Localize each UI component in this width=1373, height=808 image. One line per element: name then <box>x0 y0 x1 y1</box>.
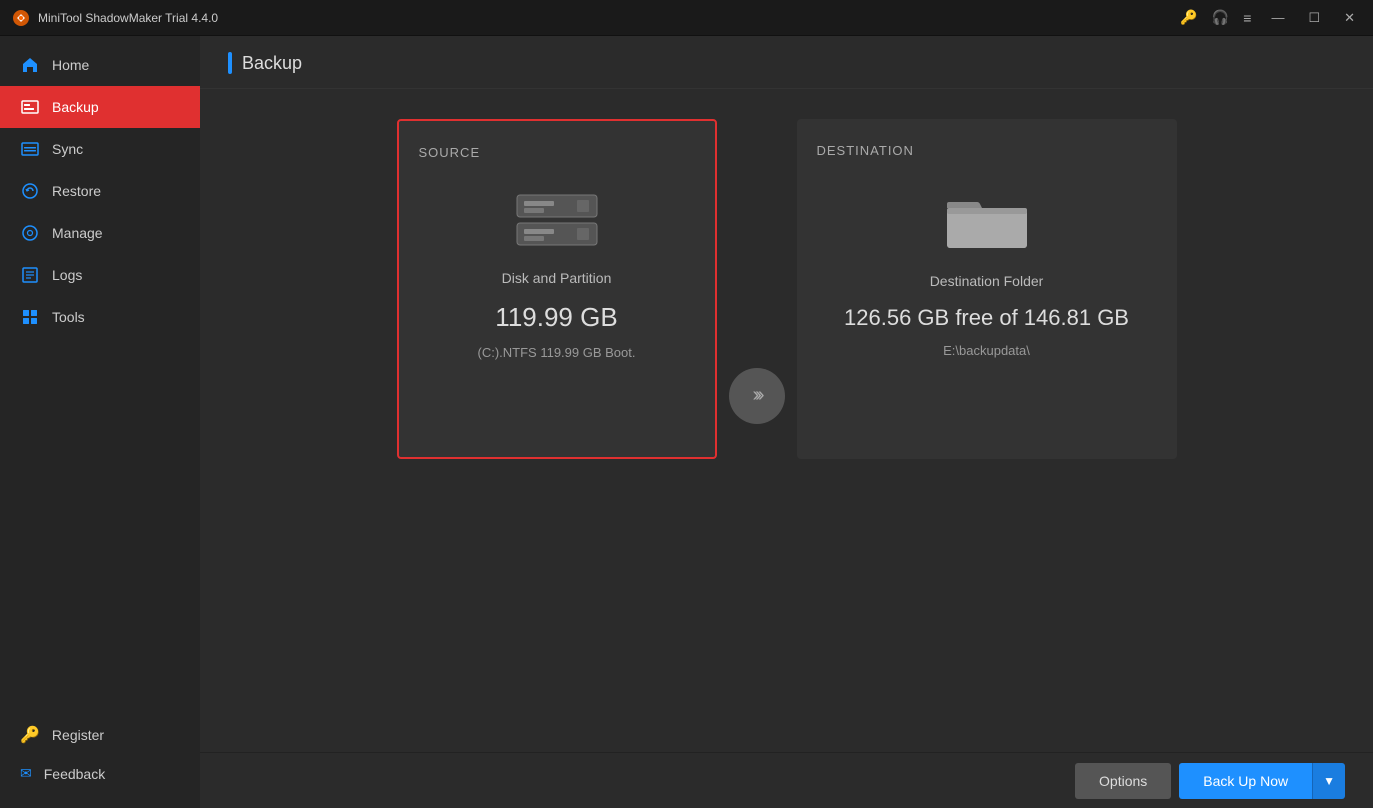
folder-icon-wrapper <box>942 188 1032 253</box>
feedback-icon: ✉ <box>20 765 32 782</box>
home-icon <box>20 55 40 75</box>
sidebar-item-sync[interactable]: Sync <box>0 128 200 170</box>
source-label: SOURCE <box>419 145 481 160</box>
sidebar-item-logs[interactable]: Logs <box>0 254 200 296</box>
minimize-button[interactable]: — <box>1265 8 1290 27</box>
options-button[interactable]: Options <box>1075 763 1171 799</box>
window-controls: — ☐ ✕ <box>1265 8 1361 28</box>
disk-partition-icon <box>512 190 602 250</box>
sidebar-item-home[interactable]: Home <box>0 44 200 86</box>
tools-icon <box>20 307 40 327</box>
sidebar-item-manage[interactable]: Manage <box>0 212 200 254</box>
folder-icon <box>942 188 1032 253</box>
disk-icon-wrapper <box>512 190 602 250</box>
manage-icon <box>20 223 40 243</box>
sidebar-item-sync-label: Sync <box>52 141 83 157</box>
destination-free: 126.56 GB free of 146.81 GB <box>844 305 1129 331</box>
page-header: Backup <box>200 36 1373 89</box>
logs-icon <box>20 265 40 285</box>
close-button[interactable]: ✕ <box>1338 8 1361 28</box>
page-title: Backup <box>242 53 302 74</box>
sidebar-item-tools-label: Tools <box>52 309 85 325</box>
source-type: Disk and Partition <box>502 270 612 286</box>
sidebar-register[interactable]: 🔑 Register <box>0 715 200 755</box>
content-area: Backup SOURCE <box>200 36 1373 808</box>
sidebar-item-manage-label: Manage <box>52 225 103 241</box>
feedback-label: Feedback <box>44 766 105 782</box>
sidebar-footer: 🔑 Register ✉ Feedback <box>0 715 200 808</box>
app-title: MiniTool ShadowMaker Trial 4.4.0 <box>38 11 1180 25</box>
sidebar-item-home-label: Home <box>52 57 89 73</box>
backup-now-dropdown-button[interactable]: ▼ <box>1312 763 1345 799</box>
arrow-icon: ››› <box>729 368 785 424</box>
sidebar-item-tools[interactable]: Tools <box>0 296 200 338</box>
sidebar-feedback[interactable]: ✉ Feedback <box>0 755 200 792</box>
app-logo-icon <box>12 9 30 27</box>
backup-content: SOURCE Disk and Part <box>200 89 1373 752</box>
sidebar-item-restore[interactable]: Restore <box>0 170 200 212</box>
menu-icon[interactable]: ≡ <box>1243 10 1251 26</box>
source-card[interactable]: SOURCE Disk and Part <box>397 119 717 459</box>
arrow-container: ››› <box>717 368 797 424</box>
sidebar-item-logs-label: Logs <box>52 267 82 283</box>
maximize-button[interactable]: ☐ <box>1302 8 1326 28</box>
sidebar-item-backup-label: Backup <box>52 99 99 115</box>
register-label: Register <box>52 727 104 743</box>
sidebar-item-restore-label: Restore <box>52 183 101 199</box>
key-icon[interactable]: 🔑 <box>1180 9 1197 26</box>
source-size: 119.99 GB <box>495 302 617 333</box>
source-desc: (C:).NTFS 119.99 GB Boot. <box>478 345 636 360</box>
destination-path: E:\backupdata\ <box>943 343 1030 358</box>
main-layout: Home Backup <box>0 36 1373 808</box>
sidebar-item-backup[interactable]: Backup <box>0 86 200 128</box>
destination-label: DESTINATION <box>817 143 914 158</box>
title-bar-icons: 🔑 🎧 ≡ <box>1180 9 1251 26</box>
backup-now-button[interactable]: Back Up Now <box>1179 763 1312 799</box>
restore-icon <box>20 181 40 201</box>
page-header-bar <box>228 52 232 74</box>
sidebar-nav: Home Backup <box>0 36 200 715</box>
sidebar: Home Backup <box>0 36 200 808</box>
title-bar: MiniTool ShadowMaker Trial 4.4.0 🔑 🎧 ≡ —… <box>0 0 1373 36</box>
register-icon: 🔑 <box>20 725 40 745</box>
sync-icon <box>20 139 40 159</box>
headphones-icon[interactable]: 🎧 <box>1212 9 1229 26</box>
destination-type: Destination Folder <box>930 273 1044 289</box>
destination-card[interactable]: DESTINATION Destination Folder 126.56 <box>797 119 1177 459</box>
backup-icon <box>20 97 40 117</box>
bottom-bar: Options Back Up Now ▼ <box>200 752 1373 808</box>
backup-now-group: Back Up Now ▼ <box>1179 763 1345 799</box>
